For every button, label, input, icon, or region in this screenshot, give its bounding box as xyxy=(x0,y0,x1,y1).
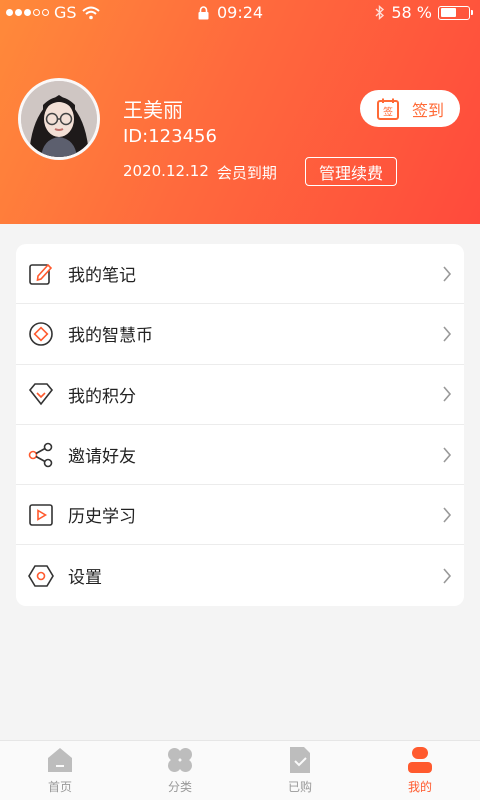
diamond-icon xyxy=(28,383,54,406)
user-name: 王美丽 xyxy=(123,98,183,122)
tab-label: 已购 xyxy=(287,780,312,794)
tab-category[interactable]: 分类 xyxy=(120,741,240,800)
carrier-name: GS xyxy=(54,3,77,22)
home-icon xyxy=(48,748,72,772)
tab-label: 首页 xyxy=(47,780,72,794)
lock-icon xyxy=(198,5,209,19)
wifi-icon xyxy=(81,6,100,19)
membership-expiry: 2020.12.12 会员到期 xyxy=(123,162,277,183)
menu-item-label: 我的智慧币 xyxy=(68,326,153,347)
manage-renewal-button[interactable]: 管理续费 xyxy=(305,157,397,186)
chevron-right-icon xyxy=(443,568,452,584)
expiry-text: 会员到期 xyxy=(216,164,277,182)
battery-icon xyxy=(438,5,473,20)
battery-percent: 58 % xyxy=(391,3,432,22)
status-left: GS xyxy=(6,3,100,22)
status-center: 09:24 xyxy=(198,3,263,22)
purchased-icon xyxy=(290,747,310,773)
menu-item-points[interactable]: 我的积分 xyxy=(16,365,464,425)
profile-header: GS 09:24 58 % 王美丽 ID:123456 2020.12.12 会… xyxy=(0,0,480,224)
calendar-sign-char: 签 xyxy=(383,105,393,118)
settings-hexagon-icon xyxy=(28,564,54,587)
share-icon xyxy=(28,442,53,467)
category-icon xyxy=(168,748,192,772)
chevron-right-icon xyxy=(443,447,452,463)
menu-card: 我的笔记 我的智慧币 我的积分 邀请好友 历史学习 设置 xyxy=(16,244,464,606)
menu-item-label: 历史学习 xyxy=(68,507,136,528)
menu-item-label: 我的积分 xyxy=(68,386,136,407)
menu-item-history[interactable]: 历史学习 xyxy=(16,485,464,546)
tab-home[interactable]: 首页 xyxy=(0,741,120,800)
tab-label: 我的 xyxy=(407,780,432,794)
status-right: 58 % xyxy=(375,3,473,22)
tab-mine[interactable]: 我的 xyxy=(360,741,480,800)
chevron-right-icon xyxy=(443,266,452,282)
chevron-right-icon xyxy=(443,386,452,402)
chevron-right-icon xyxy=(443,507,452,523)
menu-item-invite-friends[interactable]: 邀请好友 xyxy=(16,425,464,486)
sign-in-button[interactable]: 签 签到 xyxy=(360,90,460,127)
bottom-tab-bar: 首页 分类 已购 我的 xyxy=(0,740,480,800)
menu-item-label: 设置 xyxy=(68,568,102,589)
calendar-sign-icon: 签 xyxy=(376,98,399,120)
menu-item-label: 我的笔记 xyxy=(68,266,136,287)
profile-icon xyxy=(408,747,432,773)
tab-purchased[interactable]: 已购 xyxy=(240,741,360,800)
sign-in-label: 签到 xyxy=(411,100,444,120)
battery-level xyxy=(440,8,457,17)
note-edit-icon xyxy=(29,263,53,285)
menu-item-settings[interactable]: 设置 xyxy=(16,545,464,605)
coin-icon xyxy=(29,322,53,346)
signal-icon xyxy=(6,9,49,16)
avatar-image xyxy=(21,81,97,157)
chevron-right-icon xyxy=(443,326,452,342)
status-bar: GS 09:24 58 % xyxy=(0,0,480,26)
menu-item-label: 邀请好友 xyxy=(68,447,136,468)
tab-label: 分类 xyxy=(167,780,192,794)
avatar[interactable] xyxy=(18,78,100,160)
user-id: ID:123456 xyxy=(123,126,217,147)
play-history-icon xyxy=(29,504,53,526)
clock: 09:24 xyxy=(217,3,264,22)
bluetooth-icon xyxy=(375,5,385,20)
menu-item-coins[interactable]: 我的智慧币 xyxy=(16,304,464,365)
expiry-date: 2020.12.12 xyxy=(123,162,209,180)
menu-item-notes[interactable]: 我的笔记 xyxy=(16,244,464,305)
